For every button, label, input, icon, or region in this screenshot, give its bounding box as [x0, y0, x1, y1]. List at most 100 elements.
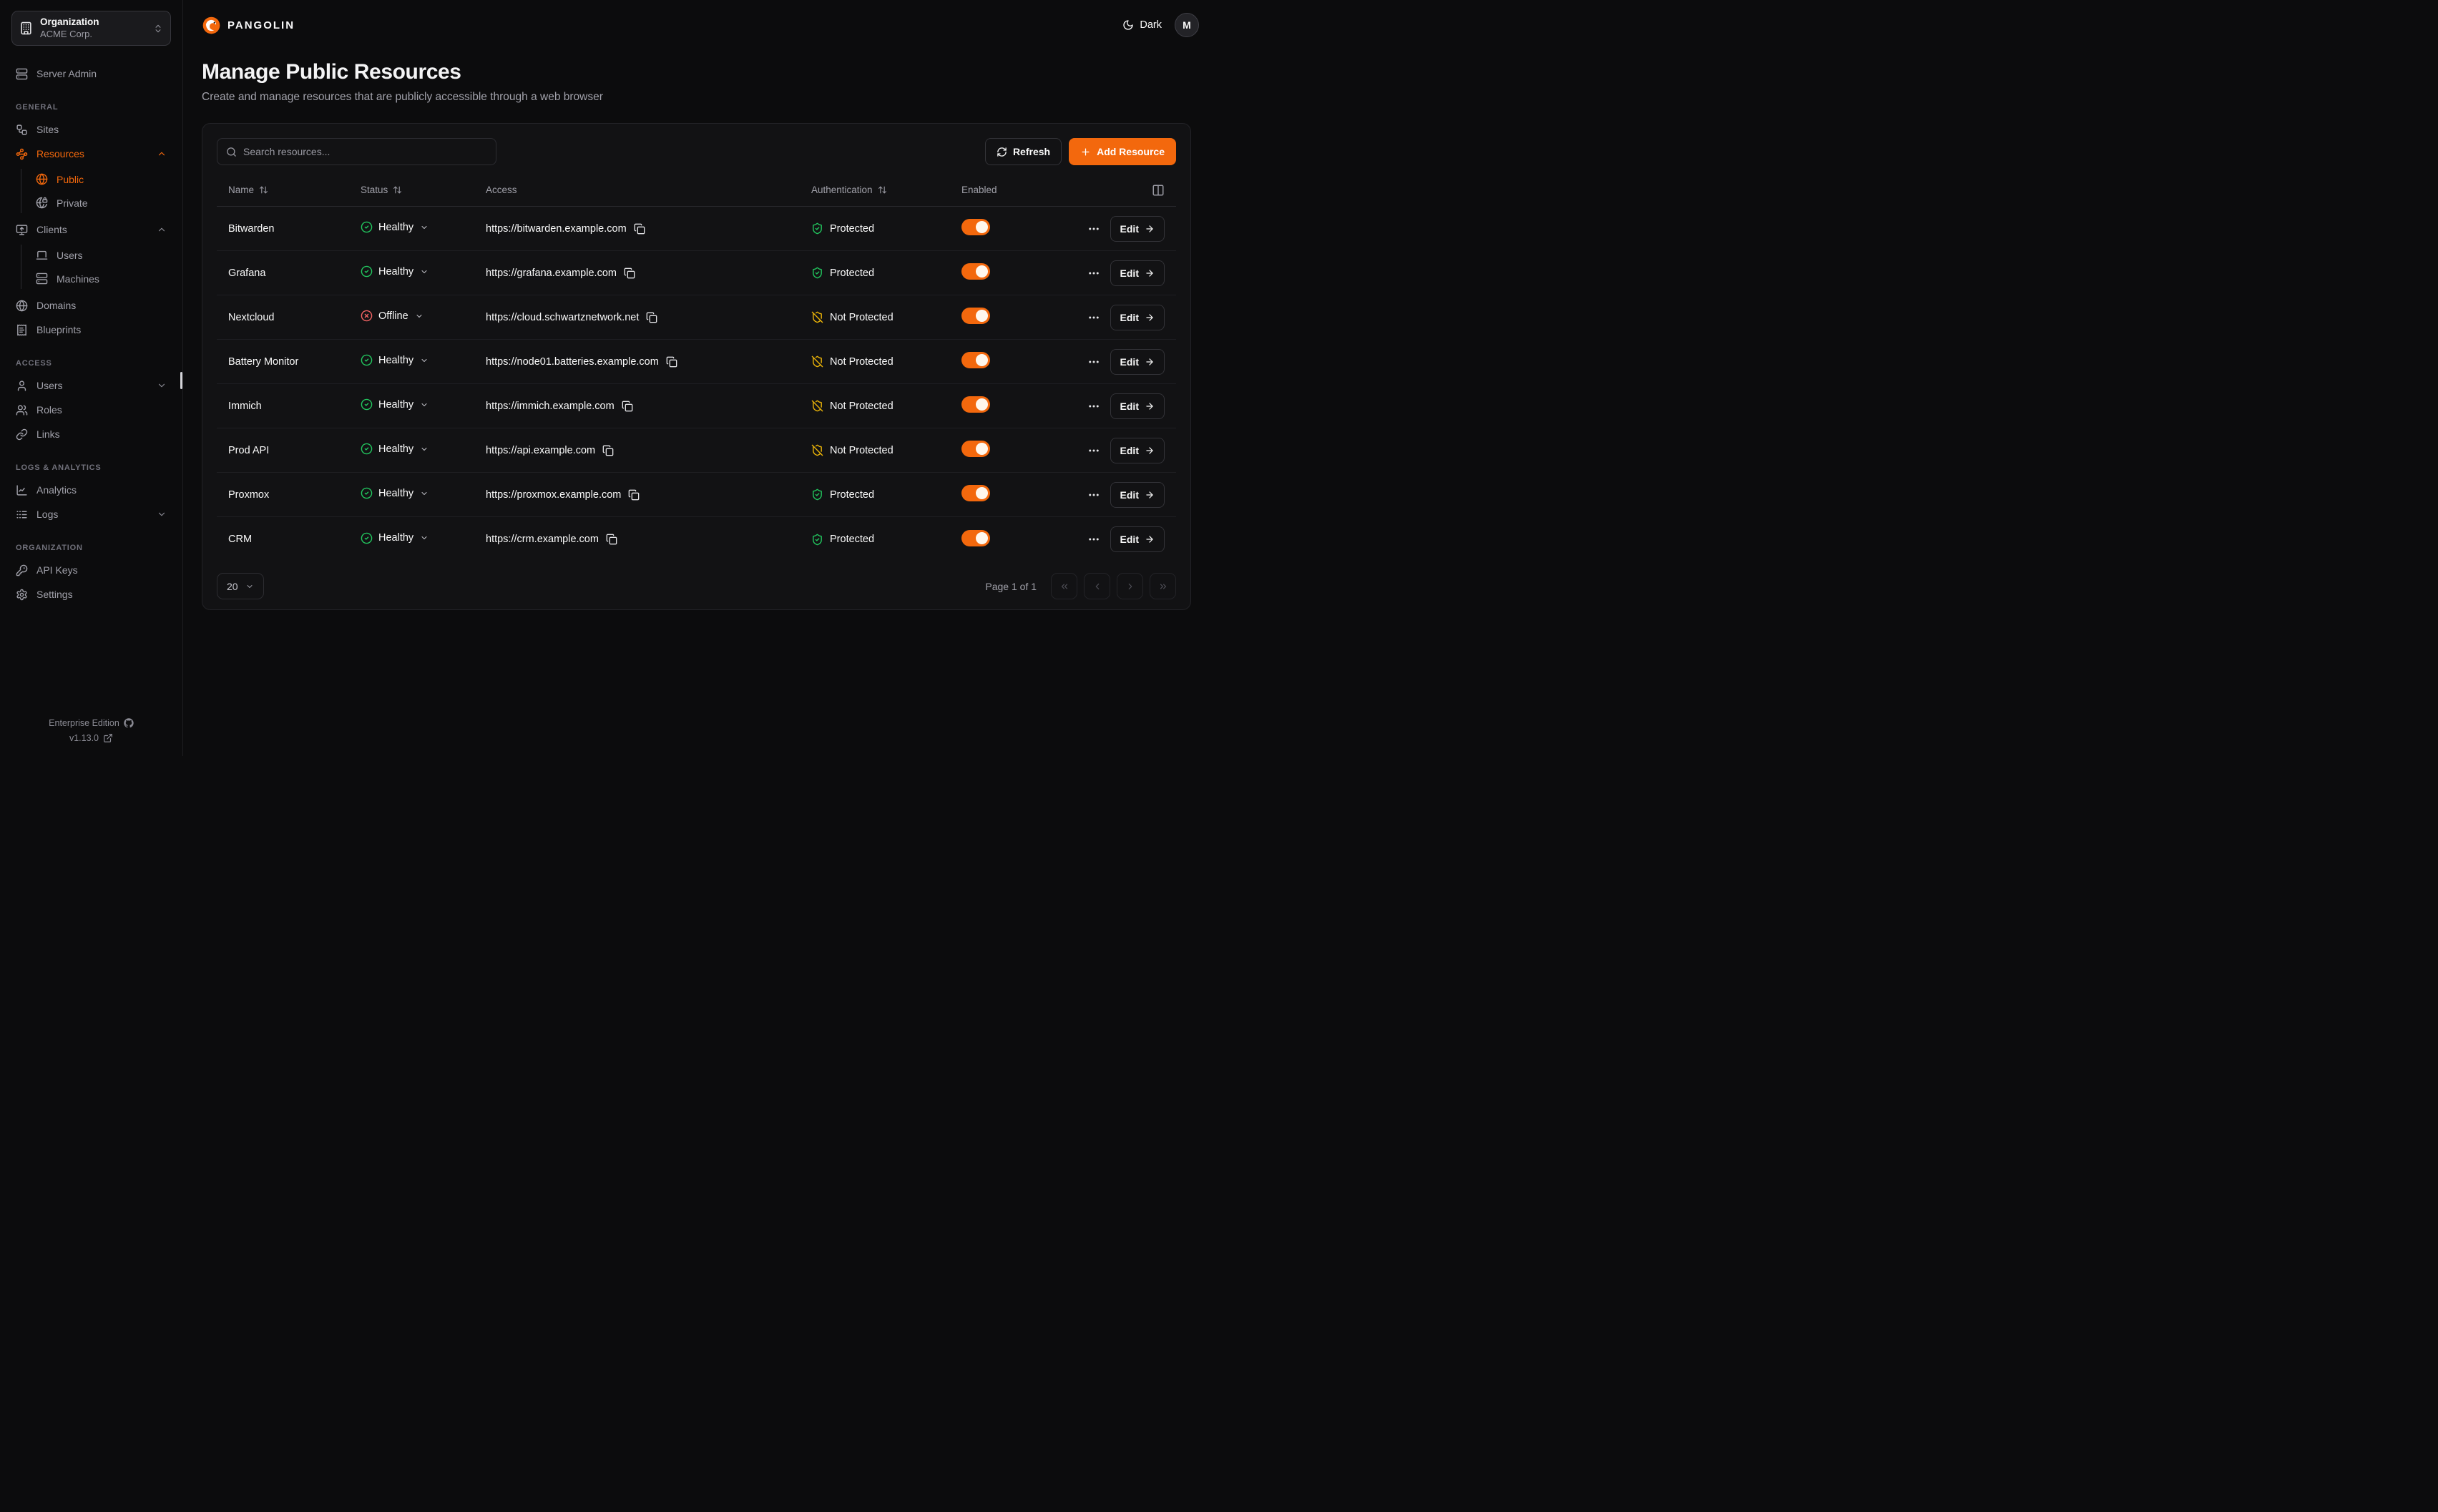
row-menu-button[interactable]	[1087, 400, 1100, 413]
status-dropdown[interactable]: Healthy	[361, 221, 429, 233]
first-page-button[interactable]	[1051, 573, 1077, 599]
row-menu-button[interactable]	[1087, 444, 1100, 457]
sidebar-item-label: API Keys	[36, 564, 167, 576]
edit-button[interactable]: Edit	[1110, 349, 1165, 375]
sidebar-item-machines[interactable]: Machines	[31, 267, 171, 290]
resource-url: https://immich.example.com	[486, 401, 615, 412]
chevron-down-icon	[415, 312, 424, 320]
refresh-button[interactable]: Refresh	[985, 138, 1062, 165]
sort-icon[interactable]	[259, 185, 268, 195]
user-icon	[16, 380, 28, 392]
copy-url-button[interactable]	[634, 223, 645, 235]
add-resource-button[interactable]: Add Resource	[1069, 138, 1176, 165]
edit-button[interactable]: Edit	[1110, 393, 1165, 419]
row-menu-button[interactable]	[1087, 533, 1100, 546]
columns-visibility-icon[interactable]	[1152, 184, 1165, 197]
edit-button[interactable]: Edit	[1110, 305, 1165, 330]
row-menu-button[interactable]	[1087, 222, 1100, 235]
copy-icon	[666, 356, 677, 368]
enabled-toggle[interactable]	[961, 441, 990, 457]
copy-url-button[interactable]	[624, 267, 635, 279]
previous-page-button[interactable]	[1084, 573, 1110, 599]
copy-icon	[624, 267, 635, 279]
column-header-access: Access	[486, 185, 811, 195]
table-row: CRM Healthy https://crm.example.com Prot…	[217, 517, 1176, 561]
theme-toggle-button[interactable]: Dark	[1122, 19, 1162, 31]
chevron-down-icon	[420, 267, 429, 276]
enabled-toggle[interactable]	[961, 263, 990, 280]
sidebar-item-settings[interactable]: Settings	[11, 582, 171, 607]
sidebar-item-label: Roles	[36, 404, 167, 416]
enabled-toggle[interactable]	[961, 530, 990, 546]
row-menu-button[interactable]	[1087, 489, 1100, 501]
sidebar-item-clients[interactable]: Clients	[11, 217, 171, 242]
last-page-button[interactable]	[1150, 573, 1176, 599]
enabled-toggle[interactable]	[961, 352, 990, 368]
enabled-toggle[interactable]	[961, 219, 990, 235]
laptop-icon	[36, 249, 48, 261]
sidebar-scrollbar-thumb[interactable]	[180, 372, 182, 389]
edit-button[interactable]: Edit	[1110, 526, 1165, 552]
sidebar-item-logs[interactable]: Logs	[11, 502, 171, 526]
sidebar-item-analytics[interactable]: Analytics	[11, 478, 171, 502]
copy-url-button[interactable]	[606, 534, 617, 545]
globe-icon	[16, 300, 28, 312]
sidebar-item-label: Links	[36, 428, 167, 440]
sidebar-item-server-admin[interactable]: Server Admin	[11, 62, 171, 86]
copy-icon	[628, 489, 640, 501]
external-link-icon[interactable]	[103, 733, 113, 743]
key-icon	[16, 564, 28, 576]
chevron-down-icon	[420, 223, 429, 232]
sort-icon[interactable]	[393, 185, 402, 195]
next-page-button[interactable]	[1117, 573, 1143, 599]
sidebar-item-sites[interactable]: Sites	[11, 117, 171, 142]
sidebar-item-public[interactable]: Public	[31, 167, 171, 191]
edit-button[interactable]: Edit	[1110, 482, 1165, 508]
sidebar-section-title: ACCESS	[11, 359, 171, 368]
edit-button[interactable]: Edit	[1110, 216, 1165, 242]
copy-url-button[interactable]	[666, 356, 677, 368]
status-dropdown[interactable]: Healthy	[361, 532, 429, 544]
row-menu-button[interactable]	[1087, 267, 1100, 280]
row-menu-button[interactable]	[1087, 311, 1100, 324]
enabled-toggle[interactable]	[961, 396, 990, 413]
copy-url-button[interactable]	[622, 401, 633, 412]
sidebar-item-resources[interactable]: Resources	[11, 142, 171, 166]
status-dropdown[interactable]: Healthy	[361, 398, 429, 411]
sidebar-item-private[interactable]: Private	[31, 191, 171, 215]
edit-button[interactable]: Edit	[1110, 438, 1165, 463]
sidebar: Organization ACME Corp. Server AdminGENE…	[0, 0, 183, 756]
status-dropdown[interactable]: Offline	[361, 310, 424, 322]
github-icon[interactable]	[124, 718, 134, 728]
sidebar-item-users[interactable]: Users	[31, 243, 171, 267]
chevron-down-icon	[420, 445, 429, 453]
shield-off-icon	[811, 444, 823, 456]
enabled-toggle[interactable]	[961, 485, 990, 501]
user-avatar[interactable]: M	[1175, 13, 1199, 37]
sort-icon[interactable]	[878, 185, 887, 195]
page-size-select[interactable]: 20	[217, 573, 264, 599]
copy-url-button[interactable]	[628, 489, 640, 501]
sidebar-item-links[interactable]: Links	[11, 422, 171, 446]
status-dropdown[interactable]: Healthy	[361, 265, 429, 278]
sidebar-item-label: Resources	[36, 148, 148, 159]
organization-switcher[interactable]: Organization ACME Corp.	[11, 11, 171, 46]
chevron-down-icon	[420, 401, 429, 409]
sidebar-item-blueprints[interactable]: Blueprints	[11, 318, 171, 342]
sidebar-item-users[interactable]: Users	[11, 373, 171, 398]
edit-button[interactable]: Edit	[1110, 260, 1165, 286]
status-dropdown[interactable]: Healthy	[361, 443, 429, 455]
sidebar-item-domains[interactable]: Domains	[11, 293, 171, 318]
sidebar-item-api-keys[interactable]: API Keys	[11, 558, 171, 582]
enabled-toggle[interactable]	[961, 308, 990, 324]
status-dropdown[interactable]: Healthy	[361, 487, 429, 499]
ellipsis-icon	[1087, 533, 1100, 546]
search-input[interactable]	[243, 146, 487, 157]
status-dropdown[interactable]: Healthy	[361, 354, 429, 366]
copy-url-button[interactable]	[602, 445, 614, 456]
users-icon	[16, 404, 28, 416]
row-menu-button[interactable]	[1087, 355, 1100, 368]
table-row: Grafana Healthy https://grafana.example.…	[217, 251, 1176, 295]
sidebar-item-roles[interactable]: Roles	[11, 398, 171, 422]
copy-url-button[interactable]	[646, 312, 657, 323]
